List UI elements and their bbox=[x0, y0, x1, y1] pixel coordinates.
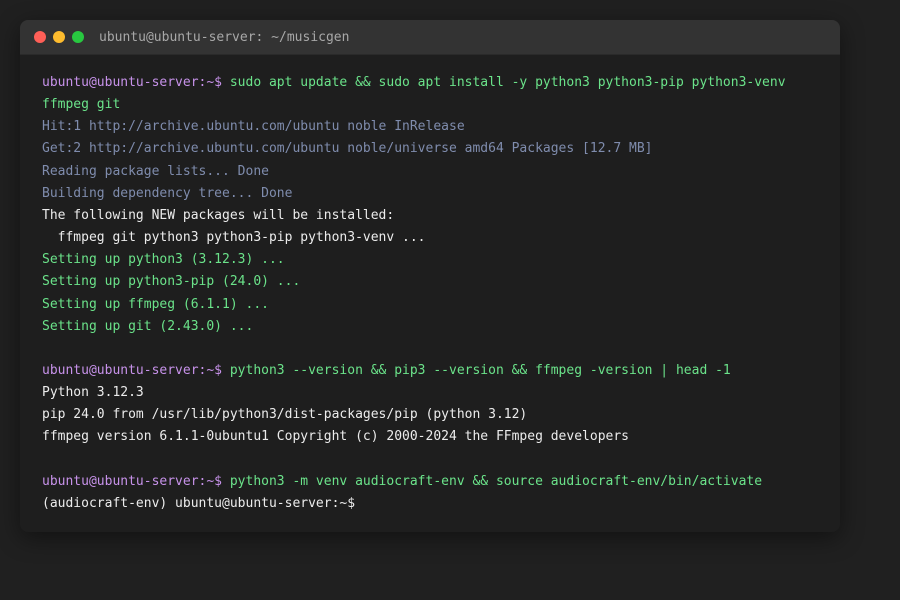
minimize-window-button[interactable] bbox=[53, 31, 65, 43]
command-line: ubuntu@ubuntu-server:~$ python3 -m venv … bbox=[42, 471, 818, 493]
output-line: Setting up git (2.43.0) ... bbox=[42, 318, 254, 334]
output-line: ffmpeg git python3 python3-pip python3-v… bbox=[42, 230, 426, 246]
command-line: ubuntu@ubuntu-server:~$ python3 --versio… bbox=[42, 360, 818, 382]
output-line: Building dependency tree... Done bbox=[42, 185, 293, 201]
command-text: python3 --version && pip3 --version && f… bbox=[222, 363, 731, 379]
output-line: The following NEW packages will be insta… bbox=[42, 207, 395, 223]
maximize-window-button[interactable] bbox=[72, 31, 84, 43]
command-line: ubuntu@ubuntu-server:~$ sudo apt update … bbox=[42, 72, 818, 94]
output-line: ffmpeg git bbox=[42, 97, 121, 113]
title-bar[interactable]: ubuntu@ubuntu-server: ~/musicgen bbox=[20, 20, 840, 55]
terminal-output[interactable]: ubuntu@ubuntu-server:~$ sudo apt update … bbox=[20, 55, 840, 515]
output-line: Setting up python3 (3.12.3) ... bbox=[42, 252, 285, 268]
terminal-window: ubuntu@ubuntu-server: ~/musicgen ubuntu@… bbox=[20, 20, 840, 532]
shell-prompt: ubuntu@ubuntu-server:~$ bbox=[42, 363, 223, 379]
command-text: sudo apt update && sudo apt install -y p… bbox=[222, 75, 786, 90]
output-line: Setting up python3-pip (24.0) ... bbox=[42, 274, 301, 290]
command-text: python3 -m venv audiocraft-env && source… bbox=[222, 473, 763, 489]
output-line: Python 3.12.3 bbox=[42, 385, 144, 401]
output-line: Reading package lists... Done bbox=[42, 163, 269, 179]
shell-prompt: ubuntu@ubuntu-server:~$ bbox=[42, 75, 223, 90]
window-title: ubuntu@ubuntu-server: ~/musicgen bbox=[99, 29, 350, 45]
output-line: Get:2 http://archive.ubuntu.com/ubuntu n… bbox=[42, 141, 653, 157]
close-window-button[interactable] bbox=[34, 31, 46, 43]
output-line: (audiocraft-env) ubuntu@ubuntu-server:~$ bbox=[42, 495, 356, 511]
output-line: Setting up ffmpeg (6.1.1) ... bbox=[42, 296, 269, 312]
shell-prompt: ubuntu@ubuntu-server:~$ bbox=[42, 473, 223, 489]
output-line: Hit:1 http://archive.ubuntu.com/ubuntu n… bbox=[42, 119, 465, 135]
output-line: ffmpeg version 6.1.1-0ubuntu1 Copyright … bbox=[42, 429, 629, 445]
output-line: pip 24.0 from /usr/lib/python3/dist-pack… bbox=[42, 407, 528, 423]
